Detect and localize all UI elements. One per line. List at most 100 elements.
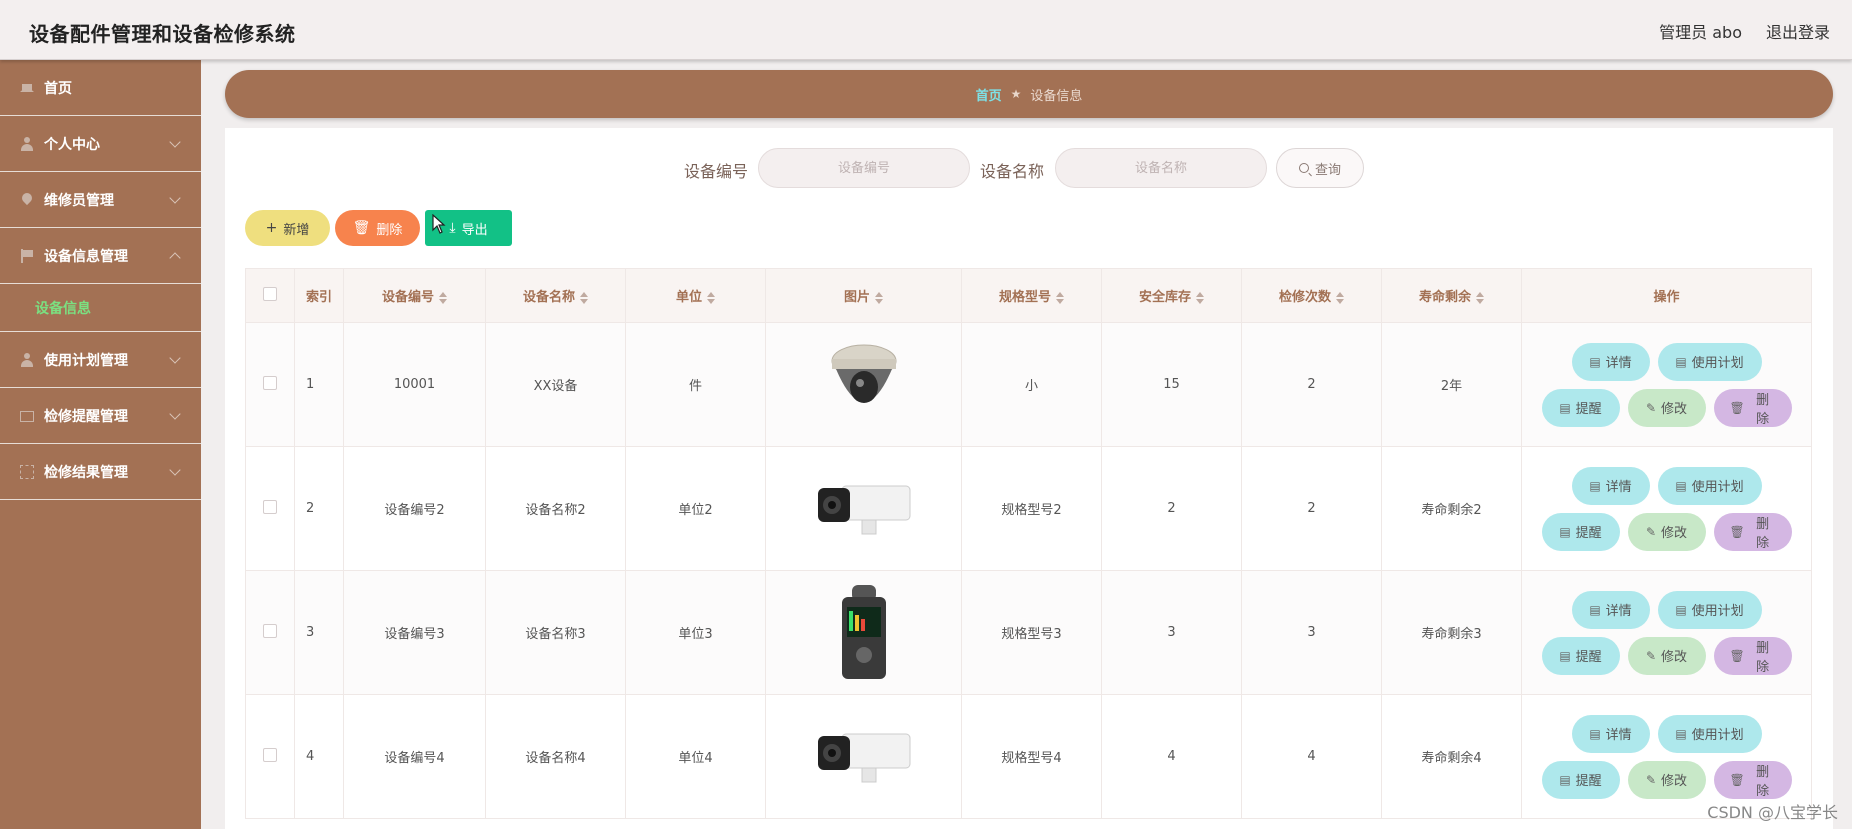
delete-button[interactable]: 🗑 删除 bbox=[1713, 388, 1792, 427]
row-checkbox[interactable] bbox=[263, 747, 277, 762]
column-header-sortable[interactable]: 安全库存 bbox=[1101, 268, 1242, 323]
column-header-label: 图片 bbox=[843, 290, 870, 305]
sidebar-item-personal-center[interactable]: 个人中心 bbox=[0, 116, 201, 172]
sort-icon[interactable] bbox=[1336, 291, 1344, 304]
sort-icon[interactable] bbox=[1196, 291, 1204, 304]
device-name-input[interactable] bbox=[1055, 148, 1267, 188]
sidebar-item-repair-result-management[interactable]: 检修结果管理 bbox=[0, 444, 201, 500]
detail-button-label: 详情 bbox=[1605, 728, 1632, 743]
detail-button[interactable]: ▤ 详情 bbox=[1571, 466, 1650, 505]
query-button[interactable]: 查询 bbox=[1276, 148, 1364, 188]
column-header-label: 设备编号 bbox=[381, 290, 434, 305]
sort-icon[interactable] bbox=[1476, 291, 1484, 304]
admin-user-label[interactable]: 管理员 abo bbox=[1659, 19, 1742, 43]
edit-button[interactable]: ✎ 修改 bbox=[1627, 760, 1706, 799]
mail-icon bbox=[20, 409, 34, 423]
mouse-cursor-icon bbox=[432, 214, 446, 234]
sort-icon[interactable] bbox=[439, 291, 447, 304]
sidebar-item-repairman-management[interactable]: 维修员管理 bbox=[0, 172, 201, 228]
edit-button[interactable]: ✎ 修改 bbox=[1627, 636, 1706, 675]
detail-button[interactable]: ▤ 详情 bbox=[1571, 342, 1650, 381]
repair-count-cell: 2 bbox=[1241, 322, 1382, 447]
dome-camera-image bbox=[831, 344, 896, 403]
repair-count-cell: 3 bbox=[1241, 570, 1382, 695]
breadcrumb-home-link[interactable]: 首页 bbox=[976, 85, 1002, 104]
sort-icon[interactable] bbox=[1056, 291, 1064, 304]
remind-button-label: 提醒 bbox=[1575, 650, 1602, 665]
handheld-recorder-image bbox=[841, 584, 886, 679]
sidebar-item-home[interactable]: 首页 bbox=[0, 60, 201, 116]
usage-plan-button[interactable]: ▤ 使用计划 bbox=[1657, 714, 1762, 753]
detail-button[interactable]: ▤ 详情 bbox=[1571, 590, 1650, 629]
column-header-sortable[interactable]: 单位 bbox=[625, 268, 766, 323]
usage-plan-button[interactable]: ▤ 使用计划 bbox=[1657, 590, 1762, 629]
delete-button[interactable]: 🗑 删除 bbox=[1713, 512, 1792, 551]
user-icon bbox=[20, 352, 34, 367]
document-icon: ▤ bbox=[1675, 726, 1687, 741]
safety-stock-cell: 4 bbox=[1101, 694, 1242, 819]
column-header-sortable[interactable]: 设备编号 bbox=[343, 268, 486, 323]
sidebar-item-device-info-management[interactable]: 设备信息管理 bbox=[0, 228, 201, 284]
device-table: 索引 设备编号 设备名称 单位 图片 规格型号 安全库存 检修次数 寿命剩余 操… bbox=[245, 268, 1812, 819]
remind-button[interactable]: ▤ 提醒 bbox=[1541, 388, 1620, 427]
row-select-cell bbox=[245, 694, 295, 819]
spec-cell: 规格型号2 bbox=[961, 446, 1102, 571]
delete-button-label: 删除 bbox=[1756, 516, 1770, 551]
usage-plan-button[interactable]: ▤ 使用计划 bbox=[1657, 466, 1762, 505]
safety-stock-cell: 3 bbox=[1101, 570, 1242, 695]
remind-button[interactable]: ▤ 提醒 bbox=[1541, 512, 1620, 551]
delete-button-label: 删除 bbox=[376, 222, 403, 238]
sort-icon[interactable] bbox=[707, 291, 715, 304]
breadcrumb-current: 设备信息 bbox=[1030, 88, 1083, 104]
column-header-sortable[interactable]: 规格型号 bbox=[961, 268, 1102, 323]
add-button[interactable]: + 新增 bbox=[245, 210, 330, 246]
device-image[interactable] bbox=[814, 337, 914, 433]
remind-button[interactable]: ▤ 提醒 bbox=[1541, 760, 1620, 799]
edit-button[interactable]: ✎ 修改 bbox=[1627, 512, 1706, 551]
edit-button[interactable]: ✎ 修改 bbox=[1627, 388, 1706, 427]
column-header-sortable[interactable]: 检修次数 bbox=[1241, 268, 1382, 323]
delete-button[interactable]: 🗑 删除 bbox=[1713, 636, 1792, 675]
row-select-cell bbox=[245, 446, 295, 571]
device-code-input[interactable] bbox=[758, 148, 970, 188]
image-cell bbox=[765, 446, 962, 571]
watermark: CSDN @八宝学长 bbox=[1707, 803, 1838, 822]
logout-link[interactable]: 退出登录 bbox=[1766, 19, 1830, 43]
row-checkbox[interactable] bbox=[263, 623, 277, 638]
chevron-down-icon bbox=[169, 352, 181, 364]
sidebar-item-repair-reminder-management[interactable]: 检修提醒管理 bbox=[0, 388, 201, 444]
spec-cell: 规格型号4 bbox=[961, 694, 1102, 819]
column-header-sortable[interactable]: 图片 bbox=[765, 268, 962, 323]
chevron-down-icon bbox=[169, 136, 181, 148]
column-header-sortable[interactable]: 寿命剩余 bbox=[1381, 268, 1522, 323]
device-image[interactable] bbox=[814, 461, 914, 557]
delete-button[interactable]: 🗑 删除 bbox=[1713, 760, 1792, 799]
table-row: 3 设备编号3 设备名称3 单位3 规格型号3 3 3 寿命剩余3 ▤ 详情 ▤ 使用计划 ▤ 提醒 ✎ 修改… bbox=[245, 570, 1812, 695]
detail-button[interactable]: ▤ 详情 bbox=[1571, 714, 1650, 753]
operations-cell: ▤ 详情 ▤ 使用计划 ▤ 提醒 ✎ 修改 🗑 删除 bbox=[1521, 570, 1812, 695]
remind-button[interactable]: ▤ 提醒 bbox=[1541, 636, 1620, 675]
batch-delete-button[interactable]: 🗑 删除 bbox=[335, 210, 420, 246]
pencil-icon: ✎ bbox=[1645, 400, 1657, 415]
document-icon: ▤ bbox=[1589, 602, 1601, 617]
sidebar-item-usage-plan-management[interactable]: 使用计划管理 bbox=[0, 332, 201, 388]
image-cell bbox=[765, 322, 962, 447]
column-header-label: 安全库存 bbox=[1138, 290, 1191, 305]
row-checkbox[interactable] bbox=[263, 499, 277, 514]
delete-button-label: 删除 bbox=[1756, 392, 1770, 427]
document-icon: ▤ bbox=[1675, 478, 1687, 493]
sort-icon[interactable] bbox=[875, 291, 883, 304]
device-image[interactable] bbox=[814, 584, 914, 681]
row-checkbox[interactable] bbox=[263, 375, 277, 390]
usage-plan-button[interactable]: ▤ 使用计划 bbox=[1657, 342, 1762, 381]
column-header-sortable[interactable]: 设备名称 bbox=[485, 268, 626, 323]
sort-icon[interactable] bbox=[580, 291, 588, 304]
add-button-label: 新增 bbox=[283, 222, 310, 238]
document-icon: ▤ bbox=[1675, 354, 1687, 369]
sidebar-subitem-device-info[interactable]: 设备信息 bbox=[0, 284, 201, 332]
frame-icon bbox=[20, 464, 34, 479]
remaining-life-cell: 寿命剩余4 bbox=[1381, 694, 1522, 819]
chevron-down-icon bbox=[169, 464, 181, 476]
select-all-checkbox[interactable] bbox=[263, 286, 277, 301]
device-image[interactable] bbox=[814, 709, 914, 805]
